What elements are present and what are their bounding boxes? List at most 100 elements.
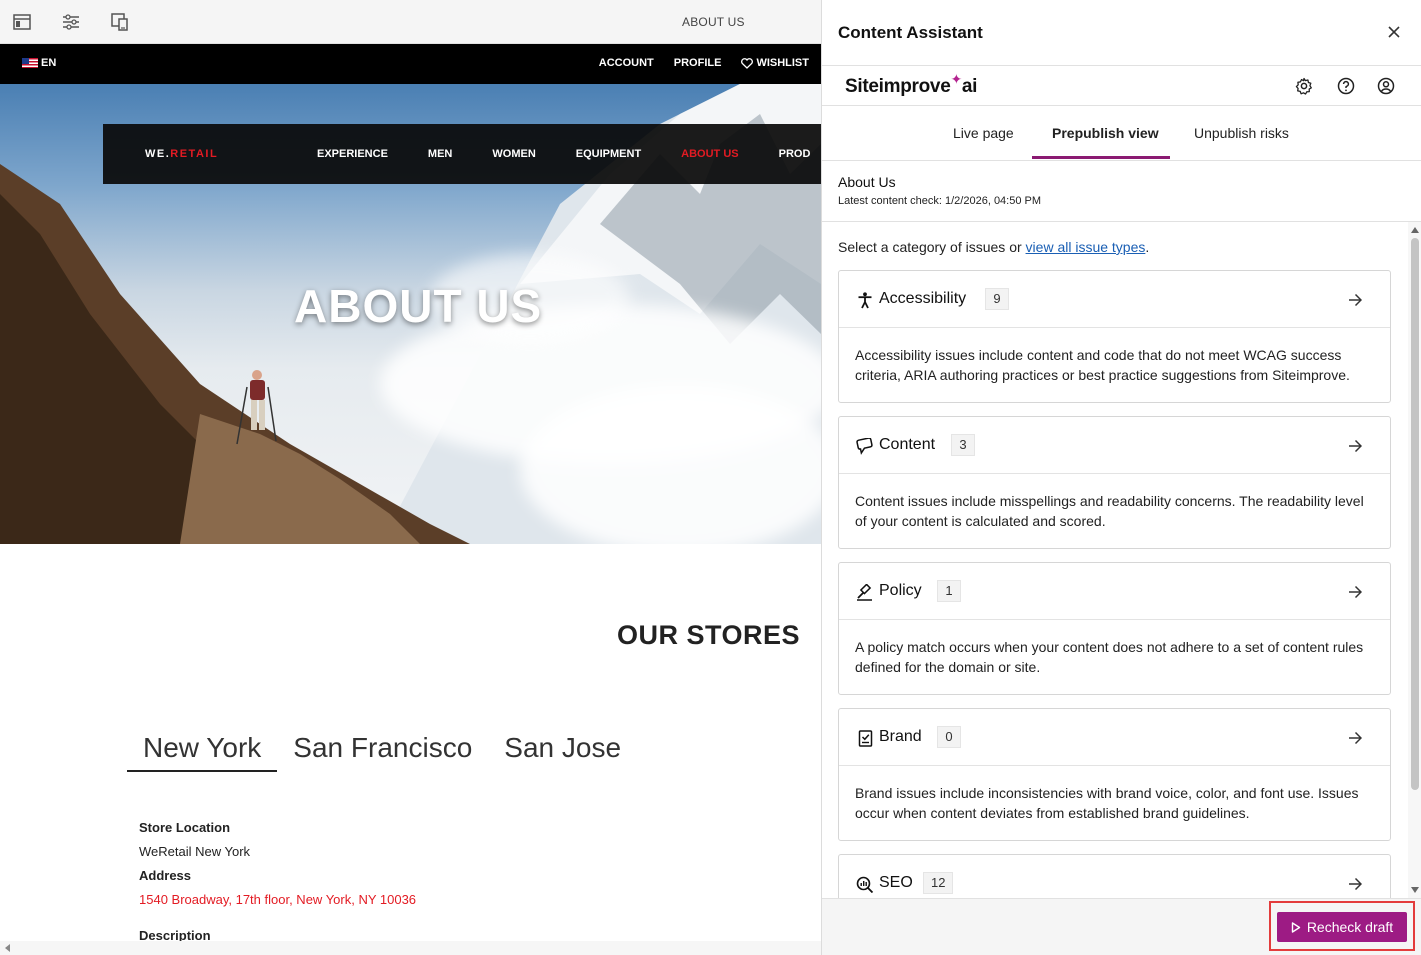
nav-about-us[interactable]: ABOUT US [681,148,738,160]
checked-page-title: About Us [838,174,896,190]
hero-image: WE.RETAIL EXPERIENCE MEN WOMEN EQUIPMENT… [0,84,821,544]
issues-list: Select a category of issues or view all … [822,222,1421,898]
recheck-highlight: Recheck draft [1269,901,1415,951]
store-tabs: New York San Francisco San Jose [127,730,637,772]
store-location-value: WeRetail New York [139,844,251,859]
wishlist-label: WISHLIST [756,57,809,69]
hiker-figure [236,370,277,445]
panel-header: Content Assistant [822,0,1421,66]
panel-title: Content Assistant [838,23,983,42]
recheck-label: Recheck draft [1306,919,1394,935]
store-tab-san-francisco[interactable]: San Francisco [277,730,488,772]
category-name: Policy [879,582,922,599]
arrow-right-icon [1346,583,1364,601]
issue-count-badge: 12 [923,872,954,894]
intro-prefix: Select a category of issues or [838,239,1026,255]
nav-men[interactable]: MEN [428,148,452,160]
issue-count-badge: 3 [951,434,975,456]
siteimprove-bar: Siteimprove✦ai [822,66,1421,106]
category-name: SEO [879,874,913,891]
account-link[interactable]: ACCOUNT [599,57,654,69]
help-button[interactable] [1336,76,1356,96]
scroll-left-icon[interactable] [3,943,13,953]
panel-footer: Recheck draft [822,898,1421,955]
account-nav: ACCOUNT PROFILE WISHLIST [599,57,809,69]
category-card-accessibility: Accessibility 9 Accessibility issues inc… [838,270,1391,403]
nav-women[interactable]: WOMEN [492,148,535,160]
intro-text: Select a category of issues or view all … [838,239,1149,255]
scroll-down-icon[interactable] [1410,886,1420,894]
language-label: EN [41,57,57,69]
arrow-right-icon [1346,875,1364,893]
main-nav-items: EXPERIENCE MEN WOMEN EQUIPMENT ABOUT US … [317,148,810,160]
store-tab-san-jose[interactable]: San Jose [488,730,637,772]
close-icon [1388,26,1400,38]
content-icon [856,437,874,455]
language-selector[interactable]: EN [22,57,56,69]
store-tab-new-york[interactable]: New York [127,730,278,772]
category-description: Content issues include misspellings and … [855,493,1364,529]
vertical-scrollbar[interactable] [1408,222,1421,898]
heart-icon [741,57,754,69]
nav-products[interactable]: PROD [779,148,811,160]
page-editor: ABOUT US EN ACCOUNT PROFILE WISHLIST WE.… [0,0,821,955]
properties-icon[interactable] [61,12,81,32]
page-meta: About Us Latest content check: 1/2/2026,… [838,174,1041,207]
category-header-content[interactable]: Content 3 [839,417,1390,474]
category-description: Brand issues include inconsistencies wit… [855,785,1359,821]
help-icon [1337,77,1355,95]
accessibility-icon [856,291,874,309]
view-tabs: Live page Prepublish view Unpublish risk… [822,106,1421,161]
view-all-issue-types-link[interactable]: view all issue types [1026,239,1146,255]
category-card-brand: Brand 0 Brand issues include inconsisten… [838,708,1391,841]
category-card-policy: Policy 1 A policy match occurs when your… [838,562,1391,695]
issue-count-badge: 0 [937,726,961,748]
tab-live-page[interactable]: Live page [953,125,1014,141]
site-topbar: EN ACCOUNT PROFILE WISHLIST [0,44,821,84]
intro-suffix: . [1145,239,1150,255]
stores-title: OUR STORES [617,620,801,650]
category-description: Accessibility issues include content and… [855,347,1350,383]
store-location-label: Store Location [139,820,231,835]
site-logo[interactable]: WE.RETAIL [145,148,218,160]
category-header-brand[interactable]: Brand 0 [839,709,1390,766]
hero-title: ABOUT US [294,280,543,332]
address-link[interactable]: 1540 Broadway, 17th floor, New York, NY … [139,888,416,912]
play-icon [1291,921,1301,933]
issue-count-badge: 9 [985,288,1009,310]
gear-icon [1295,77,1312,95]
tab-prepublish-view[interactable]: Prepublish view [1052,125,1159,141]
account-button[interactable] [1376,76,1396,96]
scrollbar-thumb[interactable] [1411,238,1419,790]
horizontal-scrollbar[interactable] [0,941,821,955]
side-panel-icon[interactable] [12,12,32,32]
logo-suffix: RETAIL [170,148,219,160]
arrow-right-icon [1346,729,1364,747]
category-header-policy[interactable]: Policy 1 [839,563,1390,620]
category-header-seo[interactable]: SEO 12 [839,855,1390,898]
tab-unpublish-risks[interactable]: Unpublish risks [1194,125,1289,141]
category-header-accessibility[interactable]: Accessibility 9 [839,271,1390,328]
category-card-seo: SEO 12 [838,854,1391,898]
category-name: Content [879,436,936,453]
close-button[interactable] [1384,22,1404,42]
nav-experience[interactable]: EXPERIENCE [317,148,388,160]
active-tab-indicator [1032,156,1170,159]
category-description: A policy match occurs when your content … [855,639,1364,675]
nav-equipment[interactable]: EQUIPMENT [576,148,641,160]
settings-button[interactable] [1294,76,1314,96]
wishlist-link[interactable]: WISHLIST [741,57,809,69]
editor-toolbar: ABOUT US [0,0,821,44]
site-navigation: WE.RETAIL EXPERIENCE MEN WOMEN EQUIPMENT… [103,124,821,184]
address-label: Address [139,868,192,883]
profile-link[interactable]: PROFILE [674,57,722,69]
emulator-icon[interactable] [110,12,130,32]
spark-icon: ✦ [950,71,962,87]
arrow-right-icon [1346,291,1364,309]
logo-prefix: WE. [145,148,171,160]
scroll-up-icon[interactable] [1410,226,1420,234]
recheck-draft-button[interactable]: Recheck draft [1277,912,1407,942]
siteimprove-logo: Siteimprove✦ai [845,71,977,98]
issue-count-badge: 1 [937,580,961,602]
category-name: Brand [879,728,922,745]
